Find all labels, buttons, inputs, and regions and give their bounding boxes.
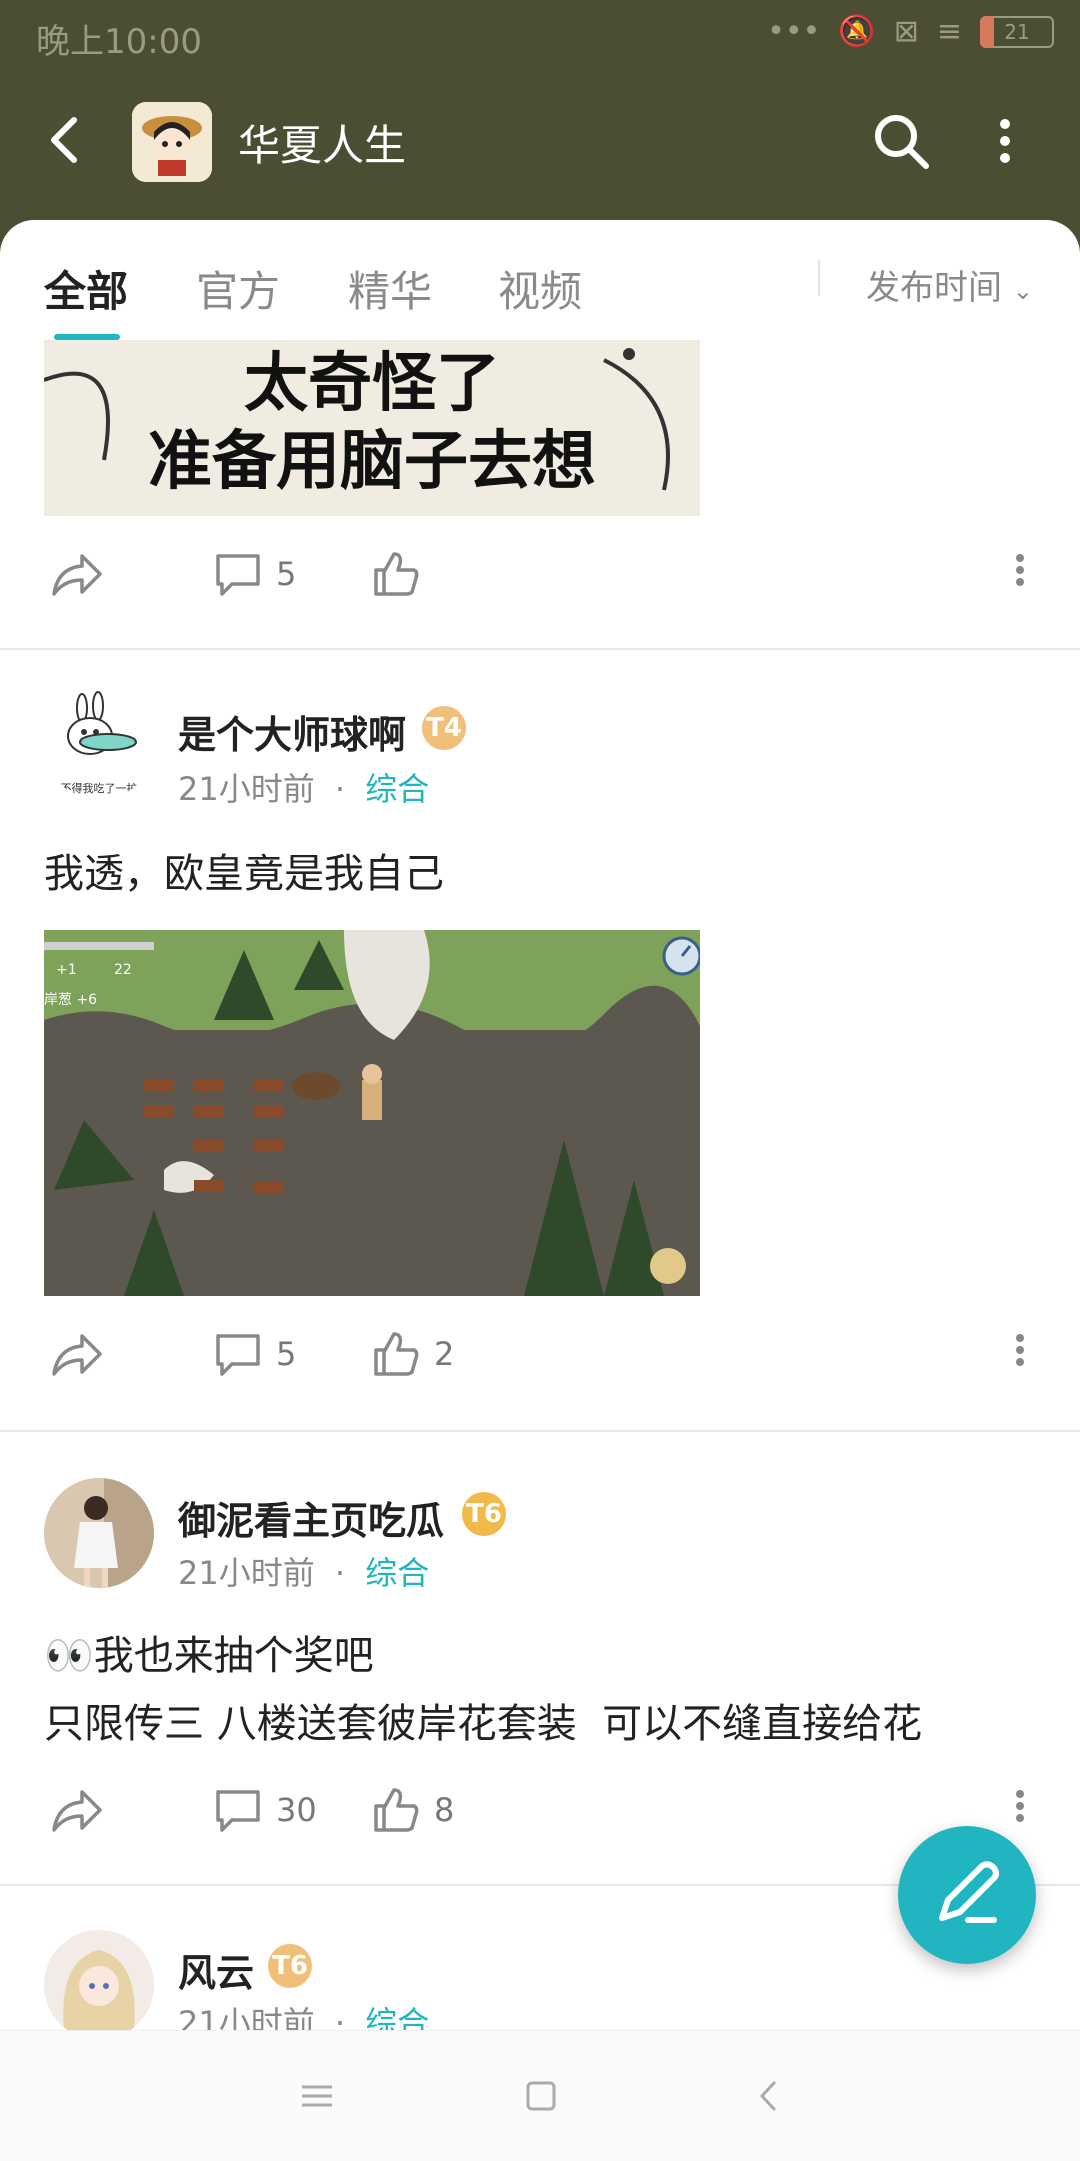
comment-button[interactable]: 5 [214, 550, 296, 598]
comment-button[interactable]: 5 [214, 1330, 296, 1378]
post-actions: 5 2 [0, 1330, 1080, 1400]
share-button[interactable] [50, 1330, 104, 1380]
tab-video[interactable]: 视频 [498, 258, 582, 319]
like-button[interactable] [372, 550, 420, 598]
tab-divider [818, 260, 820, 296]
post-divider [0, 648, 1080, 650]
comment-icon [216, 554, 260, 596]
search-button[interactable] [870, 110, 932, 172]
meta-separator: · [334, 1554, 346, 1592]
more-vertical-icon [1016, 554, 1024, 586]
back-button[interactable] [38, 110, 98, 170]
comment-count: 30 [276, 1791, 317, 1829]
post-text-line-1[interactable]: 👀我也来抽个奖吧 [44, 1622, 374, 1690]
compose-button[interactable] [898, 1826, 1036, 1964]
like-button[interactable]: 8 [372, 1786, 454, 1834]
post-image-game[interactable]: +1 22 岸葱 +6 [44, 930, 700, 1296]
post-text[interactable]: 我透，欧皇竟是我自己 [44, 840, 444, 908]
level-badge: T6 [462, 1492, 506, 1536]
meta-separator: · [334, 770, 346, 808]
comment-button[interactable]: 30 [214, 1786, 317, 1834]
thumbs-up-icon [374, 1332, 419, 1376]
like-count: 8 [434, 1791, 455, 1829]
post-time: 21小时前 [178, 770, 315, 808]
like-count: 2 [434, 1335, 455, 1373]
share-button[interactable] [50, 550, 104, 600]
avatar[interactable]: 不得我吃了一护 [44, 690, 154, 800]
thumbs-up-icon [374, 1788, 419, 1832]
post-meta: 21小时前 · 综合 [178, 1548, 429, 1594]
meme-line-2: 准备用脑子去想 [148, 425, 596, 499]
like-button[interactable]: 2 [372, 1330, 454, 1378]
tab-official[interactable]: 官方 [196, 258, 280, 319]
community-logo [132, 102, 212, 182]
post-more-button[interactable] [1014, 550, 1026, 590]
username[interactable]: 是个大师球啊 [178, 704, 406, 759]
thumbs-up-icon [374, 552, 419, 596]
share-icon [52, 1334, 102, 1376]
tab-bar: 全部 官方 精华 视频 发布时间 ⌄ [0, 220, 1080, 340]
notification-icon: ⊠ [893, 14, 919, 49]
more-vertical-icon [1000, 119, 1010, 163]
post-category[interactable]: 综合 [365, 1554, 429, 1592]
post-time: 21小时前 [178, 1554, 315, 1592]
battery-icon: 21 [980, 15, 1054, 48]
back-nav-button[interactable] [744, 2071, 794, 2121]
home-nav-button[interactable] [516, 2071, 566, 2121]
home-square-icon [526, 2081, 556, 2111]
menu-icon [302, 2085, 332, 2107]
chevron-left-icon [51, 117, 77, 163]
game-hud-count: 22 [114, 962, 132, 978]
status-icons: ••• 🔕 ⊠ ≡ 21 [767, 14, 1054, 49]
post-actions: 5 [0, 550, 1080, 620]
post-text-line-2[interactable]: 只限传三 八楼送套彼岸花套装 可以不缝直接给花 [44, 1690, 922, 1758]
avatar-caption: 不得我吃了一护 [60, 782, 138, 795]
pencil-icon [939, 1861, 999, 1923]
comment-count: 5 [276, 1335, 297, 1373]
tab-featured[interactable]: 精华 [348, 258, 432, 319]
post-more-button[interactable] [1014, 1330, 1026, 1370]
share-icon [52, 554, 102, 596]
post-image-meme[interactable]: 太奇怪了 准备用脑子去想 [44, 340, 700, 516]
mute-icon: 🔕 [838, 14, 876, 49]
comment-icon [216, 1334, 260, 1376]
level-badge: T4 [422, 706, 466, 750]
data-icon: ≡ [936, 14, 962, 49]
menu-nav-button[interactable] [292, 2071, 342, 2121]
tab-all[interactable]: 全部 [44, 258, 128, 319]
search-icon [875, 115, 929, 169]
level-badge: T6 [268, 1944, 312, 1988]
share-icon [52, 1790, 102, 1832]
more-vertical-icon [1016, 1334, 1024, 1366]
post-divider [0, 1430, 1080, 1432]
post-more-button[interactable] [1014, 1786, 1026, 1826]
username[interactable]: 御泥看主页吃瓜 [178, 1490, 444, 1545]
username[interactable]: 风云 [178, 1942, 254, 1997]
community-title: 华夏人生 [238, 121, 407, 170]
avatar[interactable] [44, 1478, 154, 1588]
game-hud-item: 岸葱 +6 [44, 992, 97, 1008]
chevron-down-icon: ⌄ [1012, 277, 1033, 305]
status-time: 晚上10:00 [36, 22, 202, 62]
game-hud-plus: +1 [56, 962, 77, 978]
avatar[interactable] [44, 1930, 154, 2040]
system-nav-bar [0, 2030, 1080, 2161]
sort-dropdown[interactable]: 发布时间 ⌄ [866, 260, 1033, 309]
chevron-left-icon [760, 2081, 776, 2111]
post-meta: 21小时前 · 综合 [178, 764, 429, 810]
post-category[interactable]: 综合 [365, 770, 429, 808]
more-dots-icon: ••• [767, 14, 821, 49]
sort-label: 发布时间 [866, 268, 1002, 308]
more-vertical-icon [1016, 1790, 1024, 1822]
comment-count: 5 [276, 555, 297, 593]
comment-icon [216, 1790, 260, 1832]
more-menu-button[interactable] [990, 110, 1020, 172]
meme-line-1: 太奇怪了 [244, 347, 500, 421]
share-button[interactable] [50, 1786, 104, 1836]
